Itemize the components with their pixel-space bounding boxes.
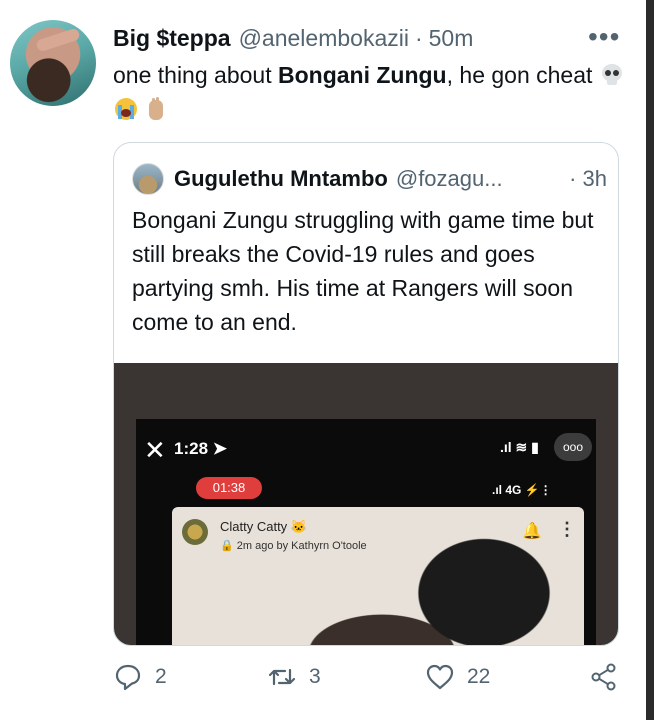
person-hair	[382, 537, 552, 645]
quoted-handle[interactable]: @fozagu...	[396, 166, 503, 192]
loudly-crying-face-icon	[115, 98, 137, 120]
phone-more-button: ooo	[554, 433, 592, 461]
phone-screenshot: ✕ 1:28 ➤ .ıl ≋ ▮ ooo 01:38 .ıl 4G ⚡⋮ Cla…	[136, 419, 596, 645]
tweet-text-bold: Bongani Zungu	[277, 62, 447, 88]
tweet-text-part: , he gon cheat	[446, 62, 593, 88]
reply-count: 2	[155, 665, 167, 688]
retweet-icon	[268, 668, 296, 686]
card-subtitle: 🔒 2m ago by Kathyrn O'toole	[220, 540, 367, 552]
phone-time: 1:28 ➤	[174, 439, 227, 458]
live-timer-badge: 01:38	[196, 477, 262, 499]
reply-icon	[115, 664, 141, 691]
quoted-author-name[interactable]: Gugulethu Mntambo	[174, 166, 388, 192]
more-horizontal-icon[interactable]: •••	[588, 22, 620, 52]
share-button[interactable]	[589, 662, 631, 692]
network-label: 4G	[505, 483, 522, 497]
quoted-avatar[interactable]	[132, 163, 164, 195]
network-indicator: .ıl 4G ⚡⋮	[492, 483, 552, 497]
skull-icon	[601, 64, 622, 85]
retweet-count: 3	[309, 665, 321, 688]
phone-time-value: 1:28	[174, 439, 209, 458]
phone-live-card: Clatty Catty 🐱 🔒 2m ago by Kathyrn O'too…	[172, 507, 584, 645]
like-button[interactable]: 22	[425, 662, 490, 692]
card-subtitle-text: 2m ago by Kathyrn O'toole	[236, 540, 367, 552]
card-avatar	[182, 519, 208, 545]
quoted-header: Gugulethu Mntambo @fozagu... · 3h	[132, 163, 607, 195]
card-name: Clatty Catty 🐱	[220, 519, 307, 534]
share-icon	[591, 663, 616, 691]
author-avatar[interactable]	[10, 20, 96, 106]
screen-edge	[646, 0, 654, 720]
separator: ·	[414, 24, 423, 51]
tweet-time[interactable]: 50m	[429, 25, 474, 52]
tweet-header: Big $teppa @anelembokazii · 50m	[113, 22, 473, 54]
quoted-tweet[interactable]: Gugulethu Mntambo @fozagu... · 3h Bongan…	[113, 142, 619, 646]
retweet-button[interactable]: 3	[267, 662, 321, 692]
author-handle[interactable]: @anelembokazii	[239, 25, 409, 52]
quoted-time-value[interactable]: 3h	[583, 166, 607, 191]
quoted-text: Bongani Zungu struggling with game time …	[132, 207, 594, 335]
close-icon: ✕	[144, 435, 166, 465]
tweet-actions: 2 3 22	[113, 662, 623, 696]
kebab-menu-icon: ⋮	[558, 519, 576, 539]
signal-wifi-battery-icon: .ıl ≋ ▮	[500, 439, 539, 455]
reply-button[interactable]: 2	[113, 662, 167, 692]
raised-hand-icon	[149, 97, 163, 120]
card-name-text: Clatty Catty	[220, 519, 288, 534]
quoted-time: · 3h	[569, 166, 607, 192]
heart-icon	[426, 664, 454, 690]
like-count: 22	[467, 665, 491, 688]
separator: ·	[569, 166, 577, 191]
author-name[interactable]: Big $teppa	[113, 25, 231, 52]
tweet-text: one thing about Bongani Zungu, he gon ch…	[113, 58, 633, 126]
quoted-media-video[interactable]: ✕ 1:28 ➤ .ıl ≋ ▮ ooo 01:38 .ıl 4G ⚡⋮ Cla…	[114, 363, 618, 645]
tweet-text-part: one thing about	[113, 62, 278, 88]
